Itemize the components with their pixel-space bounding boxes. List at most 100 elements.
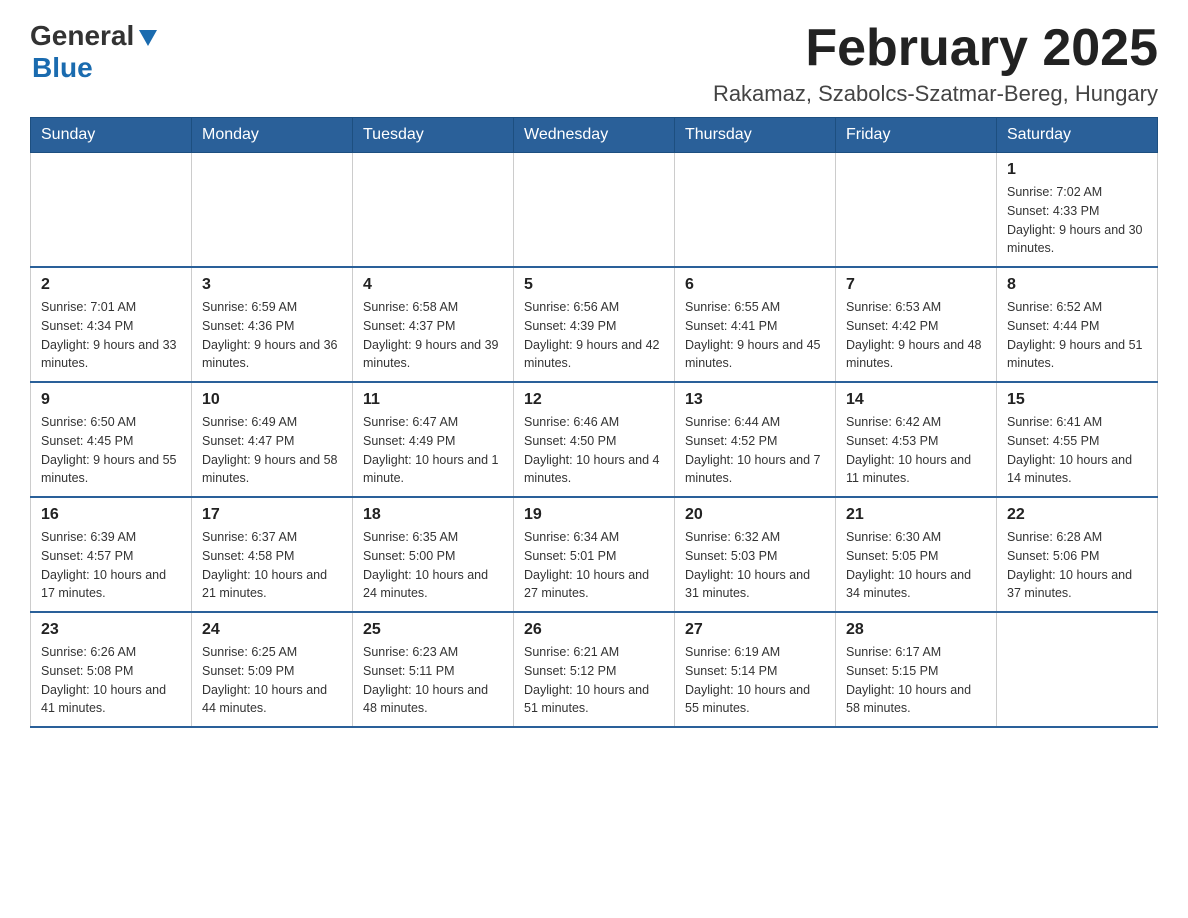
day-number: 7 [846, 276, 986, 294]
calendar-cell: 8 Sunrise: 6:52 AM Sunset: 4:44 PM Daylig… [997, 267, 1158, 382]
calendar-cell: 17Sunrise: 6:37 AM Sunset: 4:58 PM Dayli… [192, 497, 353, 612]
day-number: 19 [524, 506, 664, 524]
calendar-cell: 9Sunrise: 6:50 AM Sunset: 4:45 PM Daylig… [31, 382, 192, 497]
day-info: Sunrise: 6:26 AM Sunset: 5:08 PM Dayligh… [41, 643, 181, 718]
calendar-week-row: 16Sunrise: 6:39 AM Sunset: 4:57 PM Dayli… [31, 497, 1158, 612]
weekday-header-wednesday: Wednesday [514, 118, 675, 153]
day-number: 26 [524, 621, 664, 639]
calendar-cell [675, 153, 836, 268]
calendar-cell [192, 153, 353, 268]
weekday-header-row: SundayMondayTuesdayWednesdayThursdayFrid… [31, 118, 1158, 153]
day-number: 11 [363, 391, 503, 409]
calendar-cell: 16Sunrise: 6:39 AM Sunset: 4:57 PM Dayli… [31, 497, 192, 612]
page-header: General Blue February 2025 Rakamaz, Szab… [30, 20, 1158, 107]
weekday-header-saturday: Saturday [997, 118, 1158, 153]
day-number: 14 [846, 391, 986, 409]
day-number: 4 [363, 276, 503, 294]
calendar-cell: 4 Sunrise: 6:58 AM Sunset: 4:37 PM Daylig… [353, 267, 514, 382]
calendar-week-row: 1 Sunrise: 7:02 AM Sunset: 4:33 PM Daylig… [31, 153, 1158, 268]
logo-blue-text: Blue [32, 52, 93, 83]
day-info: Sunrise: 6:41 AM Sunset: 4:55 PM Dayligh… [1007, 413, 1147, 488]
day-number: 27 [685, 621, 825, 639]
day-number: 15 [1007, 391, 1147, 409]
calendar-cell: 21 Sunrise: 6:30 AM Sunset: 5:05 PM Dayli… [836, 497, 997, 612]
logo-general-text: General [30, 20, 134, 52]
weekday-header-sunday: Sunday [31, 118, 192, 153]
day-number: 28 [846, 621, 986, 639]
day-info: Sunrise: 6:39 AM Sunset: 4:57 PM Dayligh… [41, 528, 181, 603]
day-number: 20 [685, 506, 825, 524]
day-number: 21 [846, 506, 986, 524]
day-number: 1 [1007, 161, 1147, 179]
day-number: 2 [41, 276, 181, 294]
logo: General Blue [30, 20, 159, 84]
day-number: 24 [202, 621, 342, 639]
day-info: Sunrise: 6:56 AM Sunset: 4:39 PM Dayligh… [524, 298, 664, 373]
calendar-cell: 6 Sunrise: 6:55 AM Sunset: 4:41 PM Daylig… [675, 267, 836, 382]
calendar-cell: 20 Sunrise: 6:32 AM Sunset: 5:03 PM Dayli… [675, 497, 836, 612]
day-info: Sunrise: 6:35 AM Sunset: 5:00 PM Dayligh… [363, 528, 503, 603]
day-info: Sunrise: 6:34 AM Sunset: 5:01 PM Dayligh… [524, 528, 664, 603]
day-info: Sunrise: 6:19 AM Sunset: 5:14 PM Dayligh… [685, 643, 825, 718]
calendar-cell: 5Sunrise: 6:56 AM Sunset: 4:39 PM Daylig… [514, 267, 675, 382]
calendar-cell: 22 Sunrise: 6:28 AM Sunset: 5:06 PM Dayli… [997, 497, 1158, 612]
calendar-table: SundayMondayTuesdayWednesdayThursdayFrid… [30, 117, 1158, 728]
day-info: Sunrise: 6:47 AM Sunset: 4:49 PM Dayligh… [363, 413, 503, 488]
day-number: 9 [41, 391, 181, 409]
calendar-cell: 12Sunrise: 6:46 AM Sunset: 4:50 PM Dayli… [514, 382, 675, 497]
calendar-cell [997, 612, 1158, 727]
calendar-week-row: 23 Sunrise: 6:26 AM Sunset: 5:08 PM Dayli… [31, 612, 1158, 727]
day-info: Sunrise: 6:32 AM Sunset: 5:03 PM Dayligh… [685, 528, 825, 603]
calendar-cell: 28 Sunrise: 6:17 AM Sunset: 5:15 PM Dayli… [836, 612, 997, 727]
day-number: 18 [363, 506, 503, 524]
weekday-header-tuesday: Tuesday [353, 118, 514, 153]
calendar-cell: 2Sunrise: 7:01 AM Sunset: 4:34 PM Daylig… [31, 267, 192, 382]
day-info: Sunrise: 6:30 AM Sunset: 5:05 PM Dayligh… [846, 528, 986, 603]
day-info: Sunrise: 6:17 AM Sunset: 5:15 PM Dayligh… [846, 643, 986, 718]
calendar-cell [836, 153, 997, 268]
calendar-cell: 27 Sunrise: 6:19 AM Sunset: 5:14 PM Dayli… [675, 612, 836, 727]
day-number: 25 [363, 621, 503, 639]
calendar-week-row: 2Sunrise: 7:01 AM Sunset: 4:34 PM Daylig… [31, 267, 1158, 382]
title-section: February 2025 Rakamaz, Szabolcs-Szatmar-… [713, 20, 1158, 107]
calendar-week-row: 9Sunrise: 6:50 AM Sunset: 4:45 PM Daylig… [31, 382, 1158, 497]
calendar-cell: 15 Sunrise: 6:41 AM Sunset: 4:55 PM Dayli… [997, 382, 1158, 497]
day-number: 3 [202, 276, 342, 294]
day-info: Sunrise: 6:28 AM Sunset: 5:06 PM Dayligh… [1007, 528, 1147, 603]
calendar-cell: 11 Sunrise: 6:47 AM Sunset: 4:49 PM Dayli… [353, 382, 514, 497]
day-info: Sunrise: 6:21 AM Sunset: 5:12 PM Dayligh… [524, 643, 664, 718]
day-number: 23 [41, 621, 181, 639]
calendar-cell: 23 Sunrise: 6:26 AM Sunset: 5:08 PM Dayli… [31, 612, 192, 727]
day-info: Sunrise: 6:59 AM Sunset: 4:36 PM Dayligh… [202, 298, 342, 373]
day-info: Sunrise: 6:58 AM Sunset: 4:37 PM Dayligh… [363, 298, 503, 373]
logo-triangle-icon [137, 26, 159, 48]
day-number: 8 [1007, 276, 1147, 294]
calendar-cell [514, 153, 675, 268]
calendar-cell: 26 Sunrise: 6:21 AM Sunset: 5:12 PM Dayli… [514, 612, 675, 727]
calendar-cell: 24Sunrise: 6:25 AM Sunset: 5:09 PM Dayli… [192, 612, 353, 727]
calendar-cell: 14Sunrise: 6:42 AM Sunset: 4:53 PM Dayli… [836, 382, 997, 497]
calendar-cell: 19 Sunrise: 6:34 AM Sunset: 5:01 PM Dayli… [514, 497, 675, 612]
calendar-cell: 25 Sunrise: 6:23 AM Sunset: 5:11 PM Dayli… [353, 612, 514, 727]
day-info: Sunrise: 6:55 AM Sunset: 4:41 PM Dayligh… [685, 298, 825, 373]
day-info: Sunrise: 7:02 AM Sunset: 4:33 PM Dayligh… [1007, 183, 1147, 258]
weekday-header-thursday: Thursday [675, 118, 836, 153]
day-info: Sunrise: 6:49 AM Sunset: 4:47 PM Dayligh… [202, 413, 342, 488]
calendar-cell: 3 Sunrise: 6:59 AM Sunset: 4:36 PM Daylig… [192, 267, 353, 382]
calendar-cell [353, 153, 514, 268]
day-number: 10 [202, 391, 342, 409]
day-info: Sunrise: 6:23 AM Sunset: 5:11 PM Dayligh… [363, 643, 503, 718]
calendar-cell: 18 Sunrise: 6:35 AM Sunset: 5:00 PM Dayli… [353, 497, 514, 612]
calendar-cell [31, 153, 192, 268]
day-info: Sunrise: 6:44 AM Sunset: 4:52 PM Dayligh… [685, 413, 825, 488]
subtitle: Rakamaz, Szabolcs-Szatmar-Bereg, Hungary [713, 81, 1158, 107]
calendar-cell: 1 Sunrise: 7:02 AM Sunset: 4:33 PM Daylig… [997, 153, 1158, 268]
day-number: 13 [685, 391, 825, 409]
day-info: Sunrise: 6:37 AM Sunset: 4:58 PM Dayligh… [202, 528, 342, 603]
day-info: Sunrise: 6:46 AM Sunset: 4:50 PM Dayligh… [524, 413, 664, 488]
day-number: 6 [685, 276, 825, 294]
day-info: Sunrise: 6:52 AM Sunset: 4:44 PM Dayligh… [1007, 298, 1147, 373]
day-number: 22 [1007, 506, 1147, 524]
weekday-header-monday: Monday [192, 118, 353, 153]
calendar-cell: 13 Sunrise: 6:44 AM Sunset: 4:52 PM Dayli… [675, 382, 836, 497]
